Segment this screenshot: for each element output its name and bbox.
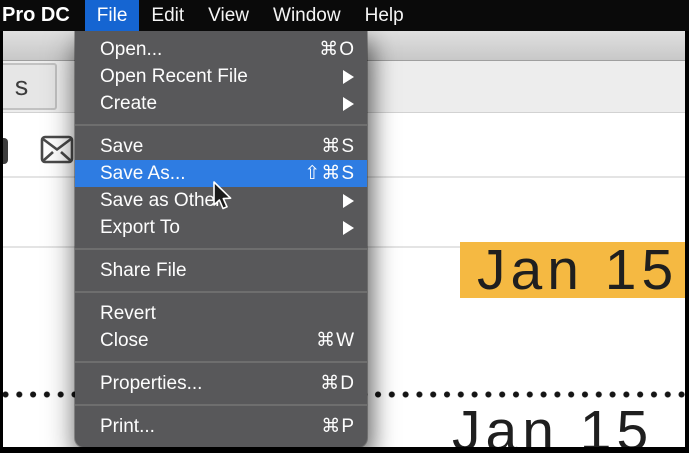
menu-item-shortcut: ⇧⌘S — [304, 162, 355, 185]
menu-item-open[interactable]: Open...⌘O — [75, 36, 367, 63]
menubar-item-file[interactable]: File — [85, 0, 140, 31]
menu-item-save[interactable]: Save⌘S — [75, 133, 367, 160]
highlighted-date-text: Jan 15 — [460, 242, 689, 298]
menubar-item-edit[interactable]: Edit — [139, 0, 196, 31]
menu-item-print[interactable]: Print...⌘P — [75, 413, 367, 440]
menu-item-label: Close — [100, 330, 316, 352]
tools-tab-partial[interactable]: s — [0, 63, 57, 110]
menu-separator — [75, 124, 367, 126]
mouse-cursor — [212, 181, 234, 216]
menu-item-shortcut: ⌘D — [320, 372, 355, 395]
menu-item-label: Share File — [100, 260, 355, 282]
menu-item-label: Open Recent File — [100, 66, 343, 88]
menu-item-share-file[interactable]: Share File — [75, 257, 367, 284]
menu-separator — [75, 404, 367, 406]
menubar-item-window[interactable]: Window — [261, 0, 353, 31]
date-highlight: Jan 15 — [460, 242, 689, 298]
screen-edge-bottom — [0, 447, 689, 453]
menu-separator — [75, 248, 367, 250]
menu-item-label: Revert — [100, 303, 355, 325]
screen-edge-left — [0, 31, 3, 453]
menubar-item-view[interactable]: View — [196, 0, 261, 31]
envelope-icon[interactable] — [40, 132, 74, 166]
submenu-arrow-icon — [343, 97, 354, 111]
menu-separator — [75, 361, 367, 363]
menu-item-revert[interactable]: Revert — [75, 300, 367, 327]
submenu-arrow-icon — [343, 70, 354, 84]
submenu-arrow-icon — [343, 194, 354, 208]
menu-item-properties[interactable]: Properties...⌘D — [75, 370, 367, 397]
menu-item-label: Properties... — [100, 373, 320, 395]
menubar-item-help[interactable]: Help — [353, 0, 416, 31]
menu-item-label: Save As... — [100, 163, 304, 185]
menu-item-open-recent-file[interactable]: Open Recent File — [75, 63, 367, 90]
bottom-date-text: Jan 15 — [452, 403, 653, 453]
submenu-arrow-icon — [343, 221, 354, 235]
menu-separator — [75, 291, 367, 293]
screen-edge-right — [685, 31, 689, 453]
menu-item-label: Export To — [100, 217, 343, 239]
menu-item-shortcut: ⌘P — [321, 415, 355, 438]
menubar: Pro DC FileEditViewWindowHelp — [0, 0, 689, 31]
menu-item-shortcut: ⌘S — [321, 135, 355, 158]
menu-item-create[interactable]: Create — [75, 90, 367, 117]
menu-item-export-to[interactable]: Export To — [75, 214, 367, 241]
tools-tab-label: s — [15, 71, 29, 102]
menu-item-label: Save — [100, 136, 321, 158]
menu-item-label: Create — [100, 93, 343, 115]
app-name: Pro DC — [0, 0, 70, 31]
file-menu-dropdown: Open...⌘OOpen Recent FileCreateSave⌘SSav… — [75, 31, 367, 447]
menu-item-close[interactable]: Close⌘W — [75, 327, 367, 354]
menu-item-label: Print... — [100, 416, 321, 438]
menu-item-shortcut: ⌘W — [316, 329, 355, 352]
menu-item-label: Open... — [100, 39, 319, 61]
menu-item-shortcut: ⌘O — [319, 38, 355, 61]
